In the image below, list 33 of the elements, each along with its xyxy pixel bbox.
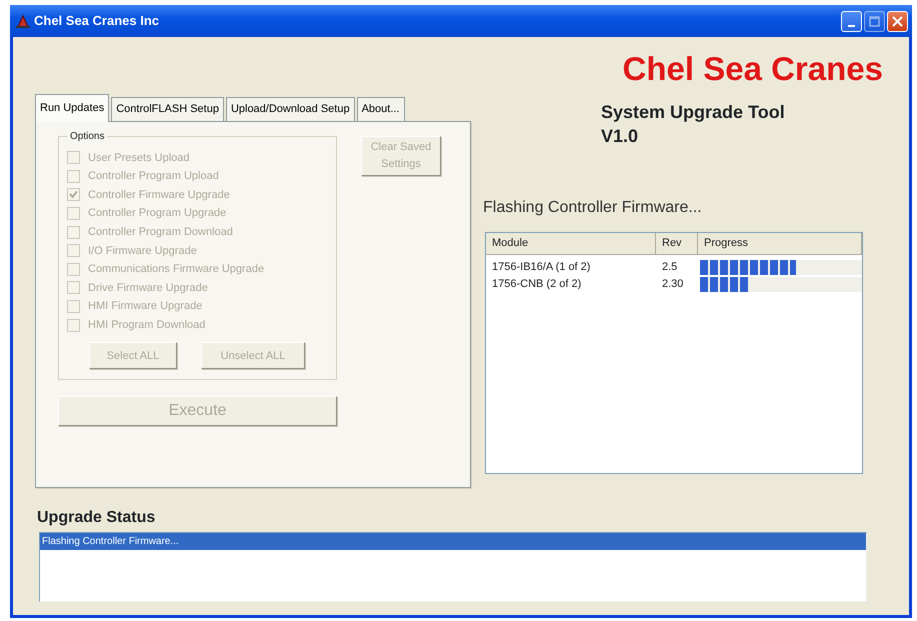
checkbox-label: User Presets Upload: [88, 150, 190, 166]
table-cell-text: 2.30: [661, 278, 684, 290]
checkbox-label: I/O Firmware Upgrade: [88, 244, 197, 259]
window-title: Chel Sea Cranes Inc: [34, 12, 159, 30]
close-button[interactable]: [887, 10, 908, 32]
group-label: Options: [67, 128, 108, 144]
checkbox-label: Controller Firmware Upgrade: [88, 188, 230, 203]
checkbox-label: Communications Firmware Upgrade: [88, 262, 264, 278]
checkbox-label: HMI Program Download: [88, 318, 206, 333]
table-cell-text: 2.5: [661, 260, 678, 273]
tab[interactable]: Run Updates: [35, 94, 110, 122]
tab[interactable]: Upload/Download Setup: [226, 97, 355, 120]
checkbox-label: HMI Firmware Upgrade: [88, 299, 202, 314]
crane-icon: [16, 14, 30, 28]
tab[interactable]: About...: [356, 97, 404, 120]
column-header[interactable]: Rev: [656, 233, 698, 254]
maximize-icon: [869, 16, 880, 26]
table-cell-text: 1756-CNB (2 of 2): [491, 276, 582, 292]
checkbox-label: Controller Program Download: [88, 224, 233, 240]
tool-title: System Upgrade Tool V1.0: [601, 101, 786, 148]
close-icon: [892, 16, 903, 26]
minimize-button[interactable]: [841, 10, 862, 32]
progress-label: Flashing Controller Firmware...: [483, 198, 703, 218]
table-cell-text: 1756-IB16/A (1 of 2): [491, 260, 592, 275]
column-header[interactable]: Module: [486, 233, 656, 254]
checkbox-label: Controller Program Upload: [88, 169, 219, 184]
minimize-icon: [848, 25, 855, 27]
tab[interactable]: ControlFLASH Setup: [111, 97, 224, 120]
status-label: Upgrade Status: [37, 508, 156, 528]
checkbox-label: Controller Program Upgrade: [88, 206, 226, 222]
checkbox-label: Drive Firmware Upgrade: [88, 280, 208, 296]
column-header[interactable]: Progress: [698, 233, 862, 254]
brand-title: Chel Sea Cranes: [622, 51, 883, 88]
